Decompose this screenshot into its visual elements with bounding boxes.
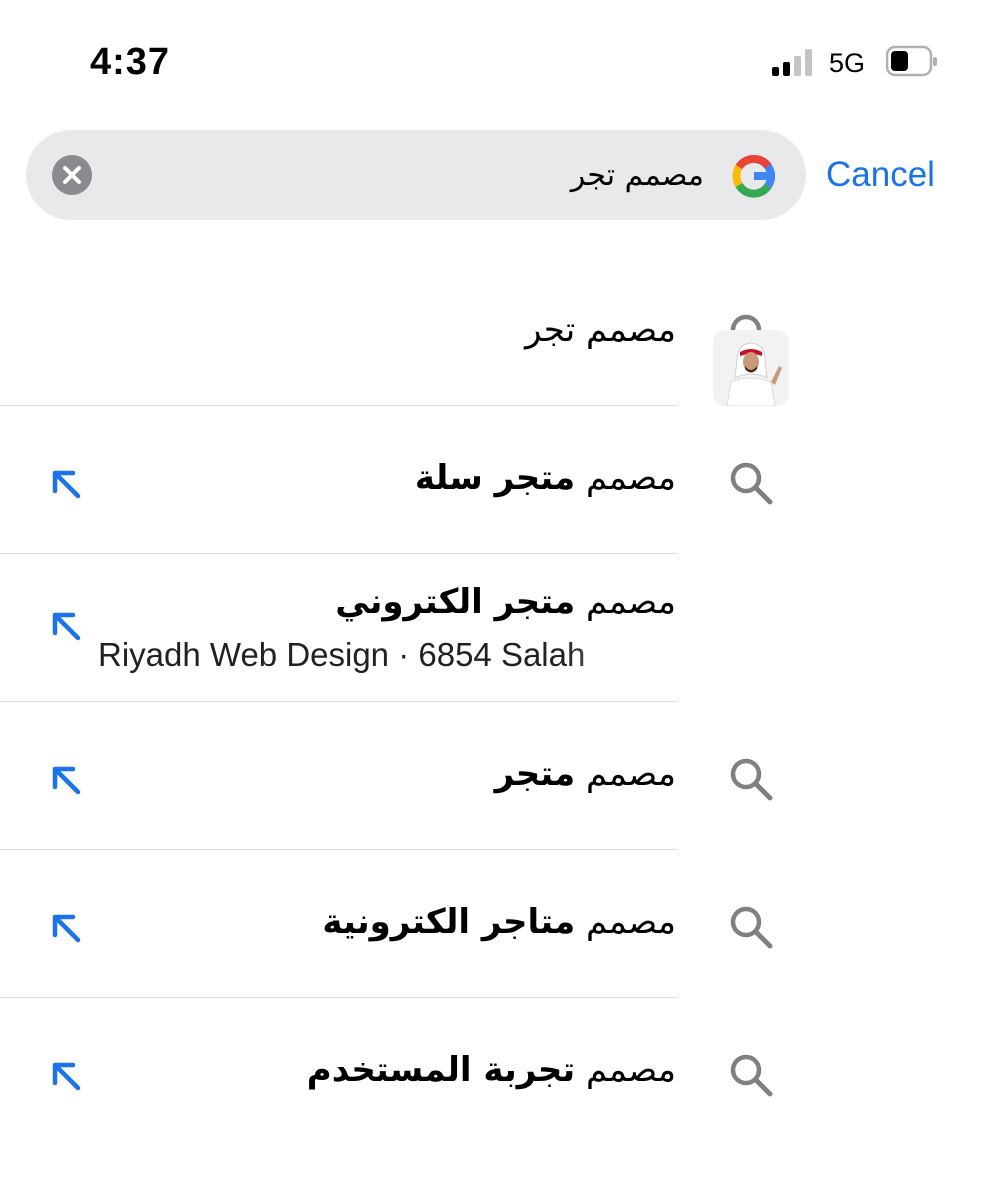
fill-query-arrow-icon[interactable] — [46, 760, 86, 800]
suggestion-list: مصمم تجر مصمم متجر سلة مصمم متجر الكترون… — [0, 258, 996, 1146]
suggestion-row[interactable]: مصمم تجربة المستخدم — [0, 998, 996, 1146]
search-input[interactable] — [126, 150, 704, 200]
search-icon — [730, 1054, 773, 1097]
suggestion-row[interactable]: مصمم متجر الكتروني Riyadh Web Design · 6… — [0, 554, 996, 702]
search-icon — [730, 906, 773, 949]
cellular-signal-icon — [772, 48, 816, 76]
suggestion-row[interactable]: مصمم تجر — [0, 258, 996, 406]
suggestion-subtitle: Riyadh Web Design · 6854 Salah — [98, 636, 586, 673]
suggestion-text: مصمم متجر — [494, 754, 676, 794]
business-thumbnail — [713, 330, 789, 406]
search-icon — [730, 758, 773, 801]
google-g-icon — [728, 150, 780, 202]
suggestion-row[interactable]: مصمم متجر — [0, 702, 996, 850]
suggestion-text: مصمم تجربة المستخدم — [306, 1050, 676, 1090]
suggestion-text: مصمم متجر الكتروني — [335, 582, 676, 622]
status-time: 4:37 — [90, 41, 171, 83]
fill-query-arrow-icon[interactable] — [46, 606, 86, 646]
cancel-button[interactable]: Cancel — [826, 150, 935, 200]
suggestion-row[interactable]: مصمم متاجر الكترونية — [0, 850, 996, 998]
search-icon — [730, 462, 773, 505]
suggestion-text: مصمم متجر سلة — [414, 458, 676, 498]
fill-query-arrow-icon[interactable] — [46, 464, 86, 504]
fill-query-arrow-icon[interactable] — [46, 1056, 86, 1096]
clear-circle-icon[interactable] — [52, 155, 92, 195]
suggestion-text: مصمم تجر — [525, 310, 676, 350]
suggestion-row[interactable]: مصمم متجر سلة — [0, 406, 996, 554]
fill-query-arrow-icon[interactable] — [46, 908, 86, 948]
network-type: 5G — [829, 48, 866, 78]
search-bar[interactable] — [26, 130, 806, 220]
suggestion-text: مصمم متاجر الكترونية — [322, 902, 676, 942]
battery-icon — [885, 45, 938, 77]
